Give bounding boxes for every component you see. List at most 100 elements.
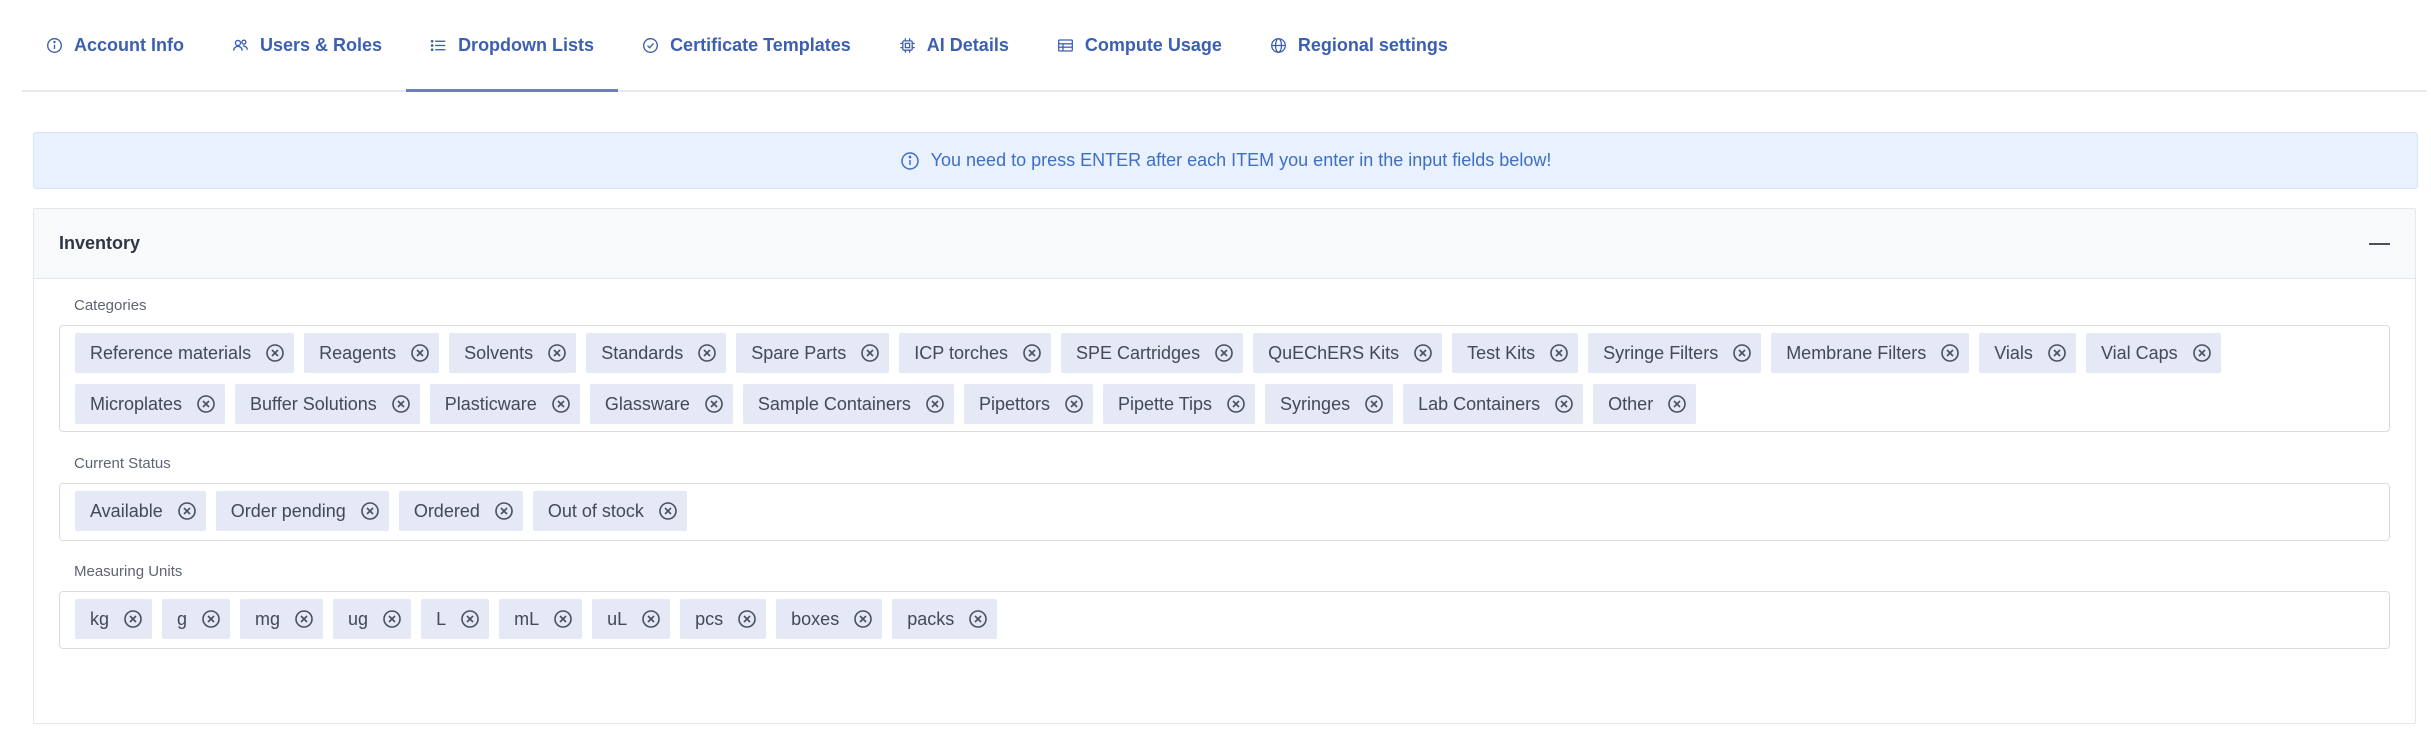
remove-tag-icon[interactable]	[1940, 343, 1960, 363]
tab-label: AI Details	[926, 34, 1009, 55]
remove-tag-icon[interactable]	[925, 394, 945, 414]
remove-tag-icon[interactable]	[2192, 343, 2212, 363]
tag-chip: kg	[75, 599, 153, 639]
tag-label: kg	[90, 608, 110, 629]
remove-tag-icon[interactable]	[265, 343, 285, 363]
remove-tag-icon[interactable]	[1549, 343, 1569, 363]
collapse-icon[interactable]	[2369, 234, 2390, 254]
tag-chip: mL	[499, 599, 583, 639]
tag-label: Reagents	[319, 342, 397, 363]
tab-ai-details[interactable]: AI Details	[875, 0, 1033, 90]
tag-chip: ICP torches	[899, 333, 1052, 373]
remove-tag-icon[interactable]	[1413, 343, 1433, 363]
tag-label: boxes	[791, 608, 840, 629]
tab-users-roles[interactable]: Users & Roles	[208, 0, 406, 90]
tag-chip: L	[421, 599, 490, 639]
remove-tag-icon[interactable]	[1732, 343, 1752, 363]
globe-icon	[1270, 37, 1286, 53]
tab-certificate-templates[interactable]: Certificate Templates	[618, 0, 875, 90]
tag-chip: Membrane Filters	[1771, 333, 1970, 373]
tag-label: ug	[348, 608, 369, 629]
tag-label: mg	[255, 608, 281, 629]
remove-tag-icon[interactable]	[737, 609, 757, 629]
panel-title: Inventory	[59, 233, 141, 253]
tag-chip: Vials	[1979, 333, 2076, 373]
tag-label: SPE Cartridges	[1076, 342, 1201, 363]
list-icon	[430, 39, 446, 51]
tag-label: Membrane Filters	[1786, 342, 1927, 363]
remove-tag-icon[interactable]	[860, 343, 880, 363]
remove-tag-icon[interactable]	[494, 501, 514, 521]
tag-label: Glassware	[604, 393, 690, 414]
remove-tag-icon[interactable]	[123, 609, 143, 629]
tag-chip: Glassware	[589, 384, 733, 424]
panel-header[interactable]: Inventory	[34, 209, 2415, 279]
tab-label: Certificate Templates	[670, 34, 851, 55]
tag-label: mL	[514, 608, 540, 629]
remove-tag-icon[interactable]	[294, 609, 314, 629]
tag-chip: ug	[333, 599, 412, 639]
remove-tag-icon[interactable]	[2047, 343, 2067, 363]
tag-label: Buffer Solutions	[250, 393, 377, 414]
tab-dropdown-lists[interactable]: Dropdown Lists	[406, 0, 619, 92]
tab-account-info[interactable]: Account Info	[22, 0, 208, 90]
tag-label: g	[177, 608, 188, 629]
tag-chip: Syringe Filters	[1588, 333, 1762, 373]
current-status-label: Current Status	[74, 455, 171, 472]
remove-tag-icon[interactable]	[1554, 394, 1574, 414]
remove-tag-icon[interactable]	[551, 394, 571, 414]
inventory-panel: Inventory Categories Reference materials…	[33, 208, 2416, 724]
remove-tag-icon[interactable]	[360, 501, 380, 521]
remove-tag-icon[interactable]	[1022, 343, 1042, 363]
tab-compute-usage[interactable]: Compute Usage	[1033, 0, 1246, 90]
remove-tag-icon[interactable]	[547, 343, 567, 363]
tag-chip: pcs	[680, 599, 767, 639]
measuring-units-input[interactable]: kg g mg ug LmL uL pcs boxes packs	[59, 591, 2390, 649]
tag-chip: Test Kits	[1452, 333, 1579, 373]
remove-tag-icon[interactable]	[410, 343, 430, 363]
remove-tag-icon[interactable]	[697, 343, 717, 363]
table-icon	[1057, 38, 1073, 52]
remove-tag-icon[interactable]	[196, 394, 216, 414]
tag-label: Out of stock	[547, 500, 644, 521]
categories-input[interactable]: Reference materials Reagents Solvents Stand…	[59, 325, 2390, 432]
tag-chip: Lab Containers	[1403, 384, 1584, 424]
tag-label: QuEChERS Kits	[1268, 342, 1400, 363]
remove-tag-icon[interactable]	[1667, 394, 1687, 414]
info-icon	[47, 37, 62, 53]
tag-chip: g	[162, 599, 231, 639]
tag-label: Reference materials	[90, 342, 252, 363]
remove-tag-icon[interactable]	[1064, 394, 1084, 414]
tag-label: Test Kits	[1467, 342, 1536, 363]
tag-label: Vials	[1994, 342, 2033, 363]
tag-label: pcs	[695, 608, 724, 629]
remove-tag-icon[interactable]	[382, 609, 402, 629]
tag-chip: uL	[592, 599, 671, 639]
remove-tag-icon[interactable]	[177, 501, 197, 521]
remove-tag-icon[interactable]	[658, 501, 678, 521]
remove-tag-icon[interactable]	[1214, 343, 1234, 363]
remove-tag-icon[interactable]	[704, 394, 724, 414]
current-status-input[interactable]: Available Order pending Ordered Out of stoc…	[59, 483, 2390, 541]
remove-tag-icon[interactable]	[853, 609, 873, 629]
remove-tag-icon[interactable]	[391, 394, 411, 414]
tag-label: Order pending	[230, 500, 346, 521]
tag-chip: Vial Caps	[2085, 333, 2221, 373]
tag-chip: Reagents	[304, 333, 440, 373]
tab-label: Regional settings	[1297, 34, 1448, 55]
remove-tag-icon[interactable]	[460, 609, 480, 629]
remove-tag-icon[interactable]	[553, 609, 573, 629]
tag-chip: Spare Parts	[736, 333, 890, 373]
remove-tag-icon[interactable]	[968, 609, 988, 629]
tag-label: Available	[90, 500, 163, 521]
remove-tag-icon[interactable]	[1226, 394, 1246, 414]
tag-label: Syringes	[1280, 393, 1351, 414]
remove-tag-icon[interactable]	[201, 609, 221, 629]
tab-regional-settings[interactable]: Regional settings	[1246, 0, 1472, 90]
tag-label: uL	[607, 608, 628, 629]
remove-tag-icon[interactable]	[641, 609, 661, 629]
tag-label: Microplates	[90, 393, 183, 414]
remove-tag-icon[interactable]	[1364, 394, 1384, 414]
check-circle-icon	[643, 37, 659, 53]
tag-label: packs	[907, 608, 955, 629]
